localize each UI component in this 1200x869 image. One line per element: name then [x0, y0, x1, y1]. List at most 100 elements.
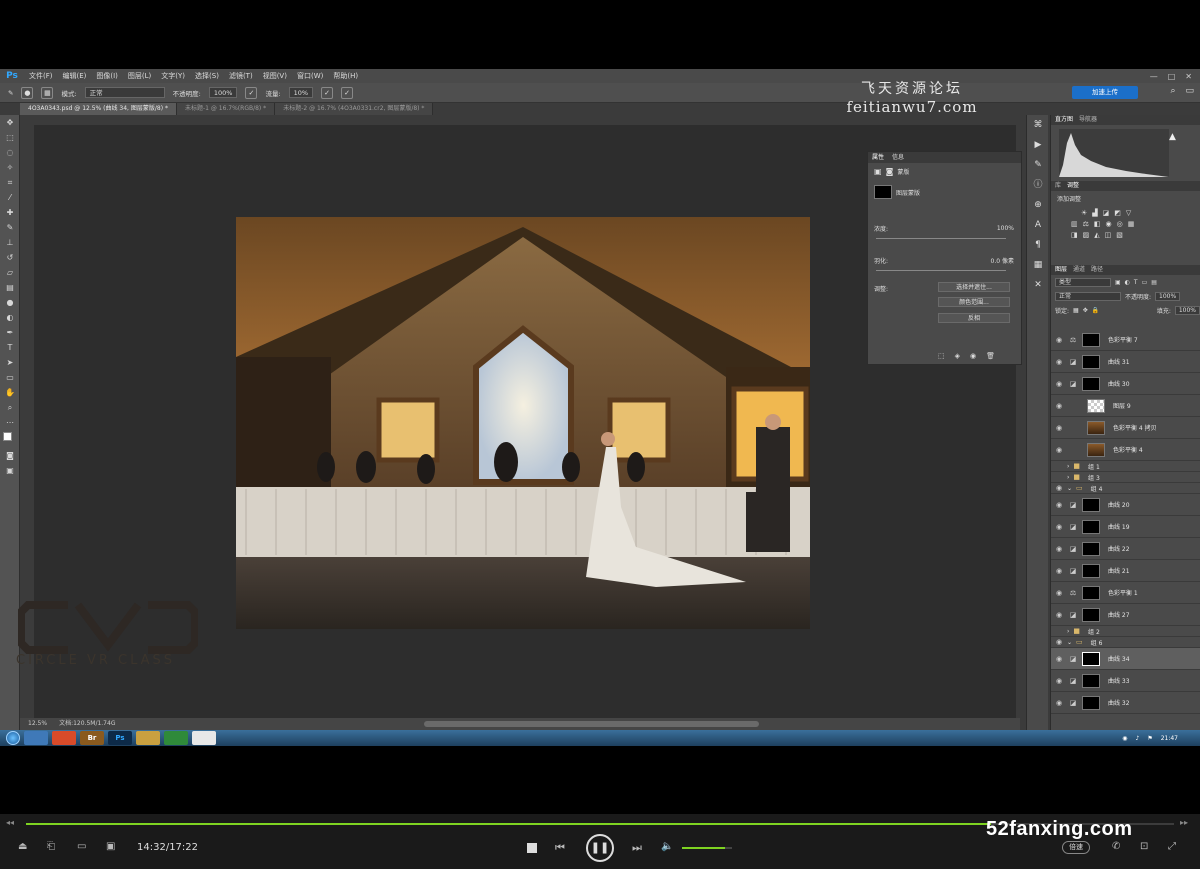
layer-mask-thumb[interactable] [1082, 541, 1100, 556]
zoom-tool-icon[interactable]: ⌕ [0, 400, 20, 415]
layer-row[interactable]: ◉ ◪ 曲线 31 [1051, 351, 1200, 373]
layer-row[interactable]: ◉ ◪ 曲线 21 [1051, 560, 1200, 582]
flow-field[interactable]: 10% [288, 87, 314, 98]
layer-mask-thumb[interactable] [1082, 332, 1100, 347]
search-icon[interactable]: ⌕ [1170, 86, 1175, 96]
clock[interactable]: 21:47 [1161, 735, 1178, 742]
tab-paths[interactable]: 路径 [1091, 265, 1103, 275]
filter-shape-icon[interactable]: ▭ [1142, 279, 1148, 286]
more-tools-icon[interactable]: ⋯ [0, 415, 20, 430]
taskbar-app-white[interactable] [192, 731, 216, 745]
workspace-icon[interactable]: ▭ [1185, 86, 1194, 96]
cloud-upload-button[interactable]: 加速上传 [1072, 86, 1138, 99]
start-button[interactable] [6, 731, 20, 745]
layer-row[interactable]: ◉ ◪ 曲线 27 [1051, 604, 1200, 626]
tab-info[interactable]: 信息 [892, 152, 904, 163]
minimize-button[interactable]: — [1150, 72, 1158, 81]
feather-slider[interactable] [876, 270, 1006, 271]
load-selection-icon[interactable]: ⬚ [938, 352, 945, 360]
airbrush-icon[interactable]: ✓ [321, 86, 334, 99]
hand-tool-icon[interactable]: ✋ [0, 385, 20, 400]
invert-button[interactable]: 反相 [938, 313, 1010, 323]
close-button[interactable]: ✕ [1185, 72, 1192, 81]
layer-kind-filter[interactable]: 类型 [1055, 278, 1111, 287]
tab-libraries[interactable]: 库 [1055, 181, 1061, 191]
marquee-tool-icon[interactable]: ⬚ [0, 130, 20, 145]
taskbar-app-bridge[interactable]: Br [80, 731, 104, 745]
horizontal-scrollbar[interactable] [424, 721, 759, 727]
posterize-icon[interactable]: ▨ [1083, 231, 1090, 239]
tab-properties[interactable]: 属性 [872, 152, 884, 163]
eye-icon[interactable]: ◉ [1051, 446, 1067, 454]
info-icon[interactable]: ⓘ [1027, 175, 1049, 195]
delete-icon[interactable]: 🗑 [986, 352, 995, 360]
clone-source-icon[interactable]: ⊕ [1027, 195, 1049, 215]
tab-histogram[interactable]: 直方图 [1055, 115, 1073, 125]
color-swatches[interactable] [0, 430, 20, 448]
color-lookup-icon[interactable]: ▦ [1128, 220, 1135, 228]
character-icon[interactable]: A [1027, 215, 1049, 235]
hue-sat-icon[interactable]: ▥ [1071, 220, 1078, 228]
layer-row-selected[interactable]: ◉ ◪ 曲线 34 [1051, 648, 1200, 670]
menu-help[interactable]: 帮助(H) [328, 71, 363, 81]
fill-field[interactable]: 100% [1174, 306, 1200, 315]
crop-tool-icon[interactable]: ⌗ [0, 175, 20, 190]
layer-mask-thumb[interactable] [1082, 673, 1100, 688]
exposure-icon[interactable]: ◩ [1114, 209, 1121, 217]
eyedropper-tool-icon[interactable]: ⁄ [0, 190, 20, 205]
menu-file[interactable]: 文件(F) [24, 71, 58, 81]
menu-edit[interactable]: 编辑(E) [58, 71, 92, 81]
vibrance-icon[interactable]: ▽ [1126, 209, 1131, 217]
menu-type[interactable]: 文字(Y) [156, 71, 190, 81]
channel-mixer-icon[interactable]: ◎ [1117, 220, 1123, 228]
network-icon[interactable]: ◉ [1122, 735, 1127, 742]
select-and-mask-button[interactable]: 选择并遮住... [938, 282, 1010, 292]
eye-icon[interactable]: ◉ [1051, 402, 1067, 410]
mask-vector-icon[interactable]: ◙ [886, 167, 894, 176]
mask-pixel-icon[interactable]: ▣ [874, 167, 882, 176]
blur-tool-icon[interactable]: ● [0, 295, 20, 310]
pen-tool-icon[interactable]: ✒ [0, 325, 20, 340]
menu-select[interactable]: 选择(S) [190, 71, 224, 81]
lock-all-icon[interactable]: 🔒 [1092, 307, 1099, 314]
eye-icon[interactable]: ◉ [1051, 677, 1067, 685]
layer-row[interactable]: ◉ ◪ 曲线 20 [1051, 494, 1200, 516]
threshold-icon[interactable]: ◭ [1094, 231, 1099, 239]
history-brush-tool-icon[interactable]: ↺ [0, 250, 20, 265]
layer-thumb[interactable] [1087, 420, 1105, 435]
collapse-chevron-icon[interactable]: ⌄ [1067, 485, 1072, 492]
layer-row[interactable]: ◉ ◪ 曲线 32 [1051, 692, 1200, 714]
layer-row[interactable]: ◉ 图层 9 [1051, 395, 1200, 417]
layer-row[interactable]: ◉ ◪ 曲线 22 [1051, 538, 1200, 560]
tab-adjustments[interactable]: 调整 [1067, 181, 1079, 191]
levels-icon[interactable]: ▟ [1092, 209, 1097, 217]
filter-adjust-icon[interactable]: ◐ [1125, 279, 1130, 286]
gradient-map-icon[interactable]: ▧ [1116, 231, 1123, 239]
brush-panel-icon[interactable]: ▦ [41, 86, 54, 99]
layer-mask-thumb[interactable] [1082, 563, 1100, 578]
layer-mask-thumb[interactable] [1082, 695, 1100, 710]
quick-mask-icon[interactable]: ◙ [0, 448, 20, 463]
eye-icon[interactable]: ◉ [1051, 545, 1067, 553]
stamp-tool-icon[interactable]: ⊥ [0, 235, 20, 250]
shape-tool-icon[interactable]: ▭ [0, 370, 20, 385]
subtitle-icon[interactable]: ▣ [106, 841, 115, 852]
fullscreen-icon[interactable]: ⤢ [1168, 841, 1176, 852]
taskbar-app-explorer[interactable] [24, 731, 48, 745]
color-balance-icon[interactable]: ⚖ [1083, 220, 1089, 228]
eject-icon[interactable]: ⏏ [18, 841, 27, 852]
swatches-icon[interactable]: ▦ [1027, 255, 1049, 275]
expand-chevron-icon[interactable]: › [1067, 628, 1069, 635]
brightness-icon[interactable]: ☀ [1081, 209, 1087, 217]
layer-mask-thumb[interactable] [1082, 354, 1100, 369]
eye-icon[interactable]: ◉ [1051, 699, 1067, 707]
blend-mode-select[interactable]: 正常 [1055, 292, 1121, 301]
path-select-tool-icon[interactable]: ➤ [0, 355, 20, 370]
layer-group-row[interactable]: › ■ 组 2 [1051, 626, 1200, 637]
selective-color-icon[interactable]: ◫ [1105, 231, 1112, 239]
lasso-tool-icon[interactable]: ◌ [0, 145, 20, 160]
layer-mask-thumb[interactable] [1082, 519, 1100, 534]
brush-tool-icon[interactable]: ✎ [0, 220, 20, 235]
seek-forward-icon[interactable]: ▸▸ [1180, 818, 1188, 827]
taskbar-app-browser[interactable] [52, 731, 76, 745]
